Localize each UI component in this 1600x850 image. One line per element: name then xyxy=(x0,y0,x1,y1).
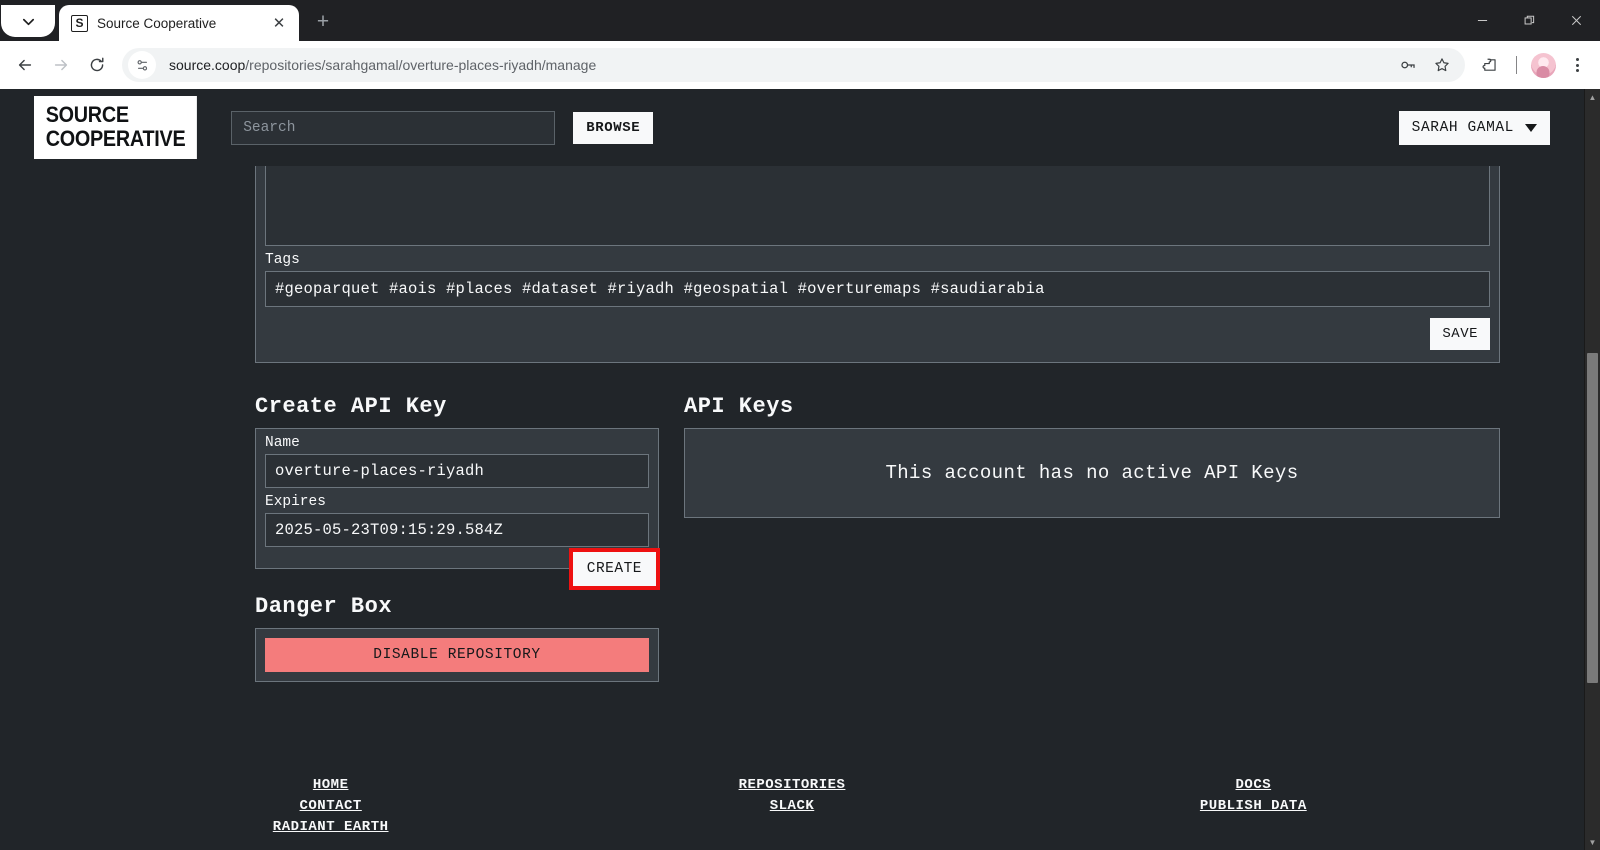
create-api-key-button[interactable]: CREATE xyxy=(572,552,656,586)
right-column: API Keys This account has no active API … xyxy=(684,394,1500,518)
footer-link-radiant-earth[interactable]: RADIANT EARTH xyxy=(273,819,389,835)
create-api-key-actions: CREATE xyxy=(256,547,660,590)
minimize-icon xyxy=(1477,19,1488,22)
api-key-name-input[interactable] xyxy=(265,454,649,488)
site-settings-icon xyxy=(137,59,147,70)
danger-box-title: Danger Box xyxy=(255,594,393,619)
api-key-name-label: Name xyxy=(265,435,300,451)
browser-toolbar: source.coop/repositories/sarahgamal/over… xyxy=(0,41,1600,89)
footer-link-publish-data[interactable]: PUBLISH DATA xyxy=(1200,798,1307,814)
password-key-icon xyxy=(1401,61,1415,69)
profile-button[interactable] xyxy=(1526,48,1560,82)
user-menu-label: SARAH GAMAL xyxy=(1411,119,1514,136)
window-controls xyxy=(1459,0,1600,41)
reload-icon xyxy=(90,57,104,72)
page-content: Tags SAVE Create API Key Name xyxy=(0,166,1584,835)
create-api-key-panel: Name Expires CREATE xyxy=(255,428,660,590)
api-keys-empty-message: This account has no active API Keys xyxy=(885,462,1299,484)
danger-box-section: Danger Box DISABLE REPOSITORY xyxy=(255,594,659,682)
site-footer: HOME CONTACT RADIANT EARTH REPOSITORIES … xyxy=(0,777,1584,835)
close-icon xyxy=(1571,15,1582,26)
extensions-button[interactable] xyxy=(1473,48,1507,82)
create-button-highlight: CREATE xyxy=(568,548,660,590)
source-cooperative-page: SOURCE COOPERATIVE BROWSE SARAH GAMAL Ta… xyxy=(0,89,1584,850)
chevron-down-icon xyxy=(22,18,34,25)
toolbar-divider xyxy=(1516,56,1517,74)
window-minimize-button[interactable] xyxy=(1459,0,1506,41)
omnibox-actions xyxy=(1393,50,1459,80)
scrollbar-thumb[interactable] xyxy=(1587,353,1598,683)
danger-box-panel: DISABLE REPOSITORY xyxy=(255,628,659,682)
footer-link-contact[interactable]: CONTACT xyxy=(300,798,362,814)
api-key-expires-input[interactable] xyxy=(265,513,649,547)
tags-input[interactable] xyxy=(265,271,1490,307)
page-scrollbar[interactable]: ▲ ▼ xyxy=(1584,89,1600,850)
password-manager-button[interactable] xyxy=(1393,50,1423,80)
chevron-down-icon xyxy=(1525,123,1537,132)
address-bar[interactable]: source.coop/repositories/sarahgamal/over… xyxy=(122,48,1465,82)
logo-line-2: COOPERATIVE xyxy=(45,126,186,151)
tab-close-icon[interactable]: ✕ xyxy=(269,13,289,33)
disable-repository-button[interactable]: DISABLE REPOSITORY xyxy=(265,638,649,672)
favicon-source-cooperative: S xyxy=(71,14,88,32)
url-path: /repositories/sarahgamal/overture-places… xyxy=(245,57,597,73)
avatar xyxy=(1530,52,1556,78)
manage-columns: Create API Key Name Expires CREATE xyxy=(255,394,1500,682)
forward-button xyxy=(44,48,78,82)
create-api-key-title: Create API Key xyxy=(255,394,447,419)
browser-menu-button[interactable] xyxy=(1562,50,1592,80)
url-domain: source.coop xyxy=(169,57,246,73)
extensions-puzzle-icon xyxy=(1482,58,1496,71)
scrollbar-down-arrow[interactable]: ▼ xyxy=(1585,834,1600,850)
new-tab-button[interactable]: + xyxy=(308,7,338,37)
browser-window: S Source Cooperative ✕ + source.coop/rep… xyxy=(0,0,1600,850)
scrollbar-up-arrow[interactable]: ▲ xyxy=(1585,89,1600,105)
window-restore-button[interactable] xyxy=(1506,0,1553,41)
tab-title: Source Cooperative xyxy=(97,15,217,31)
footer-link-docs[interactable]: DOCS xyxy=(1236,777,1272,793)
tab-strip: S Source Cooperative ✕ + xyxy=(0,0,1600,41)
footer-column-3: DOCS PUBLISH DATA xyxy=(1023,777,1484,835)
footer-link-slack[interactable]: SLACK xyxy=(770,798,815,814)
tab-search-button[interactable] xyxy=(1,5,55,37)
page-viewport: SOURCE COOPERATIVE BROWSE SARAH GAMAL Ta… xyxy=(0,89,1600,850)
edit-repository-panel: Tags SAVE xyxy=(255,166,1500,363)
left-column: Create API Key Name Expires CREATE xyxy=(255,394,660,682)
forward-icon xyxy=(54,59,68,71)
tags-label: Tags xyxy=(265,252,300,268)
back-icon xyxy=(18,59,32,71)
edit-repository-panel-wrap: Tags SAVE xyxy=(255,166,1500,363)
window-close-button[interactable] xyxy=(1553,0,1600,41)
bookmark-star-icon xyxy=(1435,58,1449,72)
api-key-expires-label: Expires xyxy=(265,494,326,510)
reload-button[interactable] xyxy=(80,48,114,82)
api-keys-panel: This account has no active API Keys xyxy=(684,428,1500,518)
bookmark-button[interactable] xyxy=(1427,50,1457,80)
edit-panel-actions: SAVE xyxy=(256,307,1499,362)
site-logo[interactable]: SOURCE COOPERATIVE xyxy=(34,96,198,159)
search-input[interactable] xyxy=(231,110,556,145)
url-text: source.coop/repositories/sarahgamal/over… xyxy=(156,57,1393,73)
logo-line-1: SOURCE xyxy=(45,102,129,128)
save-button[interactable]: SAVE xyxy=(1430,318,1490,350)
footer-link-repositories[interactable]: REPOSITORIES xyxy=(739,777,846,793)
user-menu-button[interactable]: SARAH GAMAL xyxy=(1398,110,1550,145)
site-settings-button[interactable] xyxy=(128,51,156,79)
description-textarea[interactable] xyxy=(265,166,1490,246)
browser-tab[interactable]: S Source Cooperative ✕ xyxy=(59,5,299,41)
restore-icon xyxy=(1524,15,1535,25)
footer-column-1: HOME CONTACT RADIANT EARTH xyxy=(100,777,561,835)
api-keys-title: API Keys xyxy=(684,394,794,419)
browse-button[interactable]: BROWSE xyxy=(573,111,654,144)
footer-link-home[interactable]: HOME xyxy=(313,777,349,793)
back-button[interactable] xyxy=(8,48,42,82)
footer-column-2: REPOSITORIES SLACK xyxy=(561,777,1022,835)
site-header: SOURCE COOPERATIVE BROWSE SARAH GAMAL xyxy=(0,89,1584,166)
